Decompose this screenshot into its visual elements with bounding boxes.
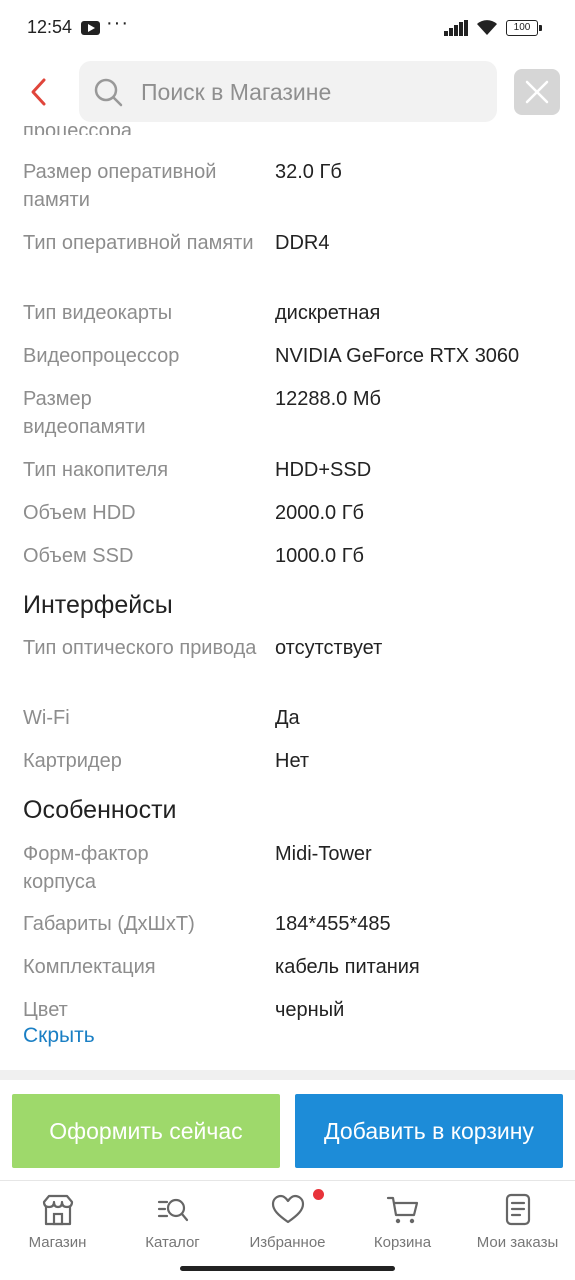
hide-specs-link[interactable]: Скрыть: [23, 1024, 95, 1048]
close-button[interactable]: [514, 69, 560, 115]
section-divider: [0, 1070, 575, 1080]
close-icon: [525, 80, 549, 104]
cart-icon: [386, 1196, 419, 1224]
spec-label: Размер видеопамяти: [23, 388, 146, 438]
spec-label: Видеопроцессор: [23, 345, 180, 367]
add-to-cart-button[interactable]: Добавить в корзину: [295, 1094, 563, 1168]
heart-icon: [271, 1194, 305, 1224]
nav-label: Избранное: [249, 1234, 326, 1251]
search-icon: [94, 78, 123, 107]
orders-icon: [505, 1193, 531, 1226]
spec-value: NVIDIA GeForce RTX 3060: [275, 345, 520, 367]
chevron-left-icon: [31, 78, 46, 106]
nav-item-cart[interactable]: Корзина: [345, 1181, 460, 1261]
spec-value: DDR4: [275, 232, 330, 254]
youtube-icon: [81, 21, 100, 35]
spec-label: Объем SSD: [23, 545, 134, 567]
section-title-interfaces: Интерфейсы: [23, 591, 173, 619]
bottom-nav: Магазин Каталог Избранное Корзина Мои за…: [0, 1180, 575, 1260]
spec-label: Размер оперативной памяти: [23, 161, 217, 211]
spec-list: процессора Размер оперативной памяти 32.…: [0, 124, 575, 1070]
spec-label: Цвет: [23, 999, 68, 1021]
spec-value: Midi-Tower: [275, 843, 372, 865]
spec-value: черный: [275, 999, 345, 1021]
spec-label: Комплектация: [23, 956, 156, 978]
spec-value: отсутствует: [275, 637, 383, 659]
spec-value: 32.0 Гб: [275, 161, 342, 183]
catalog-search-icon: [157, 1198, 189, 1222]
spec-label: Габариты (ДхШхТ): [23, 913, 195, 935]
spec-value: 1000.0 Гб: [275, 545, 365, 567]
spec-label: Wi-Fi: [23, 707, 70, 729]
spec-label-partial: процессора: [23, 124, 133, 135]
more-notifications-icon: ···: [106, 12, 129, 34]
favorites-badge: [313, 1189, 324, 1200]
section-title-features: Особенности: [23, 796, 177, 824]
spec-label: Форм-фактор корпуса: [23, 843, 149, 893]
status-bar: 12:54 ··· 100: [0, 0, 575, 56]
spec-label: Тип видеокарты: [23, 302, 173, 324]
search-input[interactable]: Поиск в Магазине: [79, 61, 497, 122]
nav-item-store[interactable]: Магазин: [0, 1181, 115, 1261]
spec-value: кабель питания: [275, 956, 420, 978]
nav-label: Каталог: [145, 1234, 200, 1251]
spec-label: Картридер: [23, 750, 122, 772]
nav-item-orders[interactable]: Мои заказы: [460, 1181, 575, 1261]
spec-label: Тип оперативной памяти: [23, 232, 254, 254]
wifi-icon: [477, 20, 497, 35]
spec-value: 2000.0 Гб: [275, 502, 365, 524]
buy-now-button[interactable]: Оформить сейчас: [12, 1094, 280, 1168]
store-icon: [42, 1194, 74, 1226]
spec-label: Тип оптического привода: [23, 637, 257, 659]
spec-value: дискретная: [275, 302, 381, 324]
nav-label: Мои заказы: [476, 1234, 559, 1251]
nav-label: Магазин: [28, 1234, 87, 1251]
spec-value: Нет: [275, 750, 310, 772]
nav-item-catalog[interactable]: Каталог: [115, 1181, 230, 1261]
spec-value: 12288.0 Мб: [275, 388, 381, 410]
nav-item-favorites[interactable]: Избранное: [230, 1181, 345, 1261]
status-time: 12:54: [27, 17, 73, 37]
spec-value: Да: [275, 707, 300, 729]
nav-label: Корзина: [373, 1234, 432, 1251]
home-indicator[interactable]: [180, 1266, 395, 1271]
back-button[interactable]: [20, 72, 60, 112]
spec-label: Объем HDD: [23, 502, 136, 524]
spec-value: HDD+SSD: [275, 459, 372, 481]
battery-icon: 100: [506, 20, 542, 36]
search-placeholder: Поиск в Магазине: [141, 79, 332, 105]
spec-value: 184*455*485: [275, 913, 391, 935]
spec-label: Тип накопителя: [23, 459, 169, 481]
top-bar: Поиск в Магазине: [0, 60, 575, 124]
signal-icon: [444, 20, 468, 36]
